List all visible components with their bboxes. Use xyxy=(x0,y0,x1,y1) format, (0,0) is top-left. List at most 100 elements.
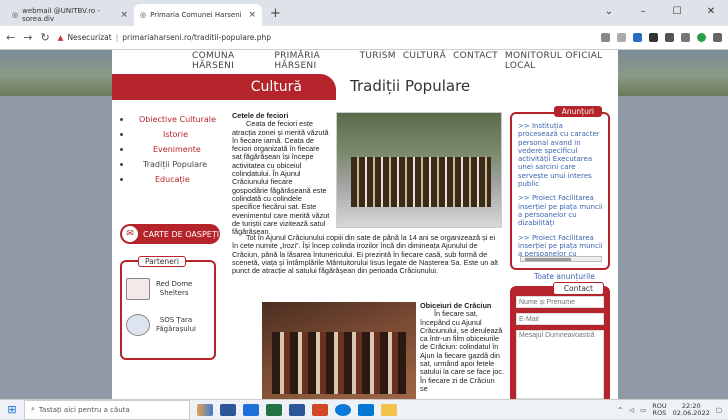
language-indicator[interactable]: ROU ROS xyxy=(652,402,667,417)
red-dome-logo xyxy=(126,278,150,300)
chrome-icon[interactable] xyxy=(335,403,351,416)
menu-item-traditii[interactable]: Tradiții Populare xyxy=(112,157,224,172)
nav-monitorul[interactable]: MONITORUL OFICIAL LOCAL xyxy=(505,51,618,71)
contact-title: Contact xyxy=(552,282,604,295)
announcement-item[interactable]: >> Instituția procesează cu caracter per… xyxy=(518,122,604,188)
edge-icon[interactable] xyxy=(243,403,259,416)
chevron-up-icon[interactable]: ^ xyxy=(618,406,623,414)
menu-label: Obiective Culturale xyxy=(139,115,216,124)
forward-icon[interactable]: → xyxy=(23,31,32,44)
site-nav: COMUNA HĂRSENI PRIMĂRIA HĂRSENI TURISM C… xyxy=(192,51,618,71)
notifications-icon[interactable]: ▢ xyxy=(716,406,722,414)
nav-turism[interactable]: TURISM xyxy=(360,51,396,71)
tab-title: webmail @UNITBV.ro - sorea.div xyxy=(22,7,100,23)
share-icon[interactable] xyxy=(601,33,610,42)
partner-line2: Făgărașului xyxy=(156,325,196,333)
page-title: Tradiții Populare xyxy=(350,77,471,95)
nav-cultura[interactable]: CULTURĂ xyxy=(403,51,446,71)
task-view-icon[interactable] xyxy=(220,403,236,416)
address-bar: ← → ↻ ▲ Nesecurizat | primariaharseni.ro… xyxy=(0,26,728,50)
close-tab-icon[interactable]: × xyxy=(120,10,128,20)
security-label: Nesecurizat xyxy=(67,33,112,42)
close-window-button[interactable]: ✕ xyxy=(694,0,728,22)
article-intro: Cetele de feciori Ceata de feciori este … xyxy=(232,111,330,236)
star-icon[interactable] xyxy=(617,33,626,42)
announcements-list: >> Instituția procesează cu caracter per… xyxy=(518,122,604,256)
maximize-button[interactable]: ☐ xyxy=(660,0,694,22)
email-field[interactable] xyxy=(516,313,604,325)
nav-primaria[interactable]: PRIMĂRIA HĂRSENI xyxy=(274,51,352,71)
taskbar-search[interactable]: ⌕ Tastați aici pentru a căuta xyxy=(24,399,190,420)
menu-item-educatie[interactable]: Educație xyxy=(112,172,224,187)
left-sidebar: Obiective Culturale Istorie Evenimente T… xyxy=(112,112,224,187)
tab-primaria[interactable]: ◎ Primaria Comunei Harseni × xyxy=(134,4,262,26)
article-craciun: Obiceiuri de Crăciun În fiecare sat, înc… xyxy=(420,301,504,393)
bullet-icon xyxy=(120,178,123,181)
word-icon[interactable] xyxy=(289,403,305,416)
excel-icon[interactable] xyxy=(266,403,282,416)
announcement-item[interactable]: >> Proiect Facilitarea inserției pe piaț… xyxy=(518,234,604,256)
search-icon: ⌕ xyxy=(31,405,35,413)
bullet-icon xyxy=(120,148,123,151)
scroll-thumb[interactable] xyxy=(525,258,571,261)
menu-label: Istorie xyxy=(163,130,188,139)
partner-line2: Shelters xyxy=(159,289,189,297)
announcements-box: Anunțuri >> Instituția procesează cu car… xyxy=(510,106,610,270)
new-tab-button[interactable]: + xyxy=(262,6,289,26)
window-controls: ⌄ – ☐ ✕ xyxy=(592,0,728,22)
reload-icon[interactable]: ↻ xyxy=(40,31,49,44)
announcement-item[interactable]: >> Proiect Facilitarea inserției pe piaț… xyxy=(518,194,604,227)
network-icon[interactable]: ▭ xyxy=(640,406,646,414)
minimize-button[interactable]: – xyxy=(626,0,660,22)
extension-icon[interactable] xyxy=(649,33,658,42)
menu-label: Educație xyxy=(155,175,190,184)
lang-code-2: ROS xyxy=(652,408,667,417)
news-widget-icon[interactable] xyxy=(197,403,213,416)
file-explorer-icon[interactable] xyxy=(381,403,397,416)
photo-ceata-feciori xyxy=(336,112,502,228)
close-tab-icon[interactable]: × xyxy=(248,10,256,20)
edge-browser-icon[interactable] xyxy=(358,403,374,416)
clock[interactable]: 22:20 02.06.2022 xyxy=(673,402,710,417)
tab-webmail[interactable]: ◎ webmail @UNITBV.ro - sorea.div × xyxy=(6,4,134,26)
tab-title: Primaria Comunei Harseni xyxy=(150,11,242,19)
partners-title: Parteneri xyxy=(138,256,186,267)
sos-logo xyxy=(126,314,150,336)
partner-sos[interactable]: SOS Țara Făgărașului xyxy=(126,314,196,336)
name-field[interactable] xyxy=(516,296,604,308)
avatar[interactable] xyxy=(697,33,706,42)
horizontal-scrollbar[interactable] xyxy=(520,256,602,262)
partner-line1: Red Dome xyxy=(156,280,193,288)
browser-tab-bar: ◎ webmail @UNITBV.ro - sorea.div × ◎ Pri… xyxy=(0,0,728,26)
content-wrapper: COMUNA HĂRSENI PRIMĂRIA HĂRSENI TURISM C… xyxy=(112,50,618,399)
sidebar-icon[interactable] xyxy=(681,33,690,42)
partners-box: Parteneri Red Dome Shelters SOS Țara Făg… xyxy=(120,256,216,360)
message-field[interactable] xyxy=(516,330,604,399)
nav-comuna[interactable]: COMUNA HĂRSENI xyxy=(192,51,267,71)
windows-start-icon[interactable]: ⊞ xyxy=(0,400,24,420)
puzzle-icon[interactable] xyxy=(665,33,674,42)
menu-item-evenimente[interactable]: Evenimente xyxy=(112,142,224,157)
nav-contact[interactable]: CONTACT xyxy=(453,51,498,71)
contact-form: Contact xyxy=(510,282,610,399)
guestbook-button[interactable]: ✉ CARTE DE OASPEȚI xyxy=(120,224,220,244)
menu-label: Evenimente xyxy=(153,145,201,154)
menu-item-obiective[interactable]: Obiective Culturale xyxy=(112,112,224,127)
paragraph-irozi: Tot în Ajunul Crăciunului copiii din sat… xyxy=(232,233,499,276)
people-image xyxy=(351,157,491,207)
url-field[interactable]: ▲ Nesecurizat | primariaharseni.ro/tradi… xyxy=(58,33,271,42)
menu-icon[interactable] xyxy=(713,33,722,42)
partner-red-dome[interactable]: Red Dome Shelters xyxy=(126,278,192,300)
back-icon[interactable]: ← xyxy=(6,31,15,44)
bullet-icon xyxy=(120,163,123,166)
speaker-icon[interactable]: ◁ xyxy=(629,406,634,414)
people-image xyxy=(272,332,406,394)
extension-icon[interactable] xyxy=(633,33,642,42)
menu-item-istorie[interactable]: Istorie xyxy=(112,127,224,142)
partner-line1: SOS Țara xyxy=(159,316,193,324)
powerpoint-icon[interactable] xyxy=(312,403,328,416)
chevron-down-icon[interactable]: ⌄ xyxy=(592,0,626,22)
all-announcements-link[interactable]: Toate anunțurile xyxy=(534,272,595,281)
paragraph-craciun: În fiecare sat, începând cu Ajunul Crăci… xyxy=(420,309,504,393)
taskbar: ⊞ ⌕ Tastați aici pentru a căuta ^ ◁ ▭ RO… xyxy=(0,399,728,420)
